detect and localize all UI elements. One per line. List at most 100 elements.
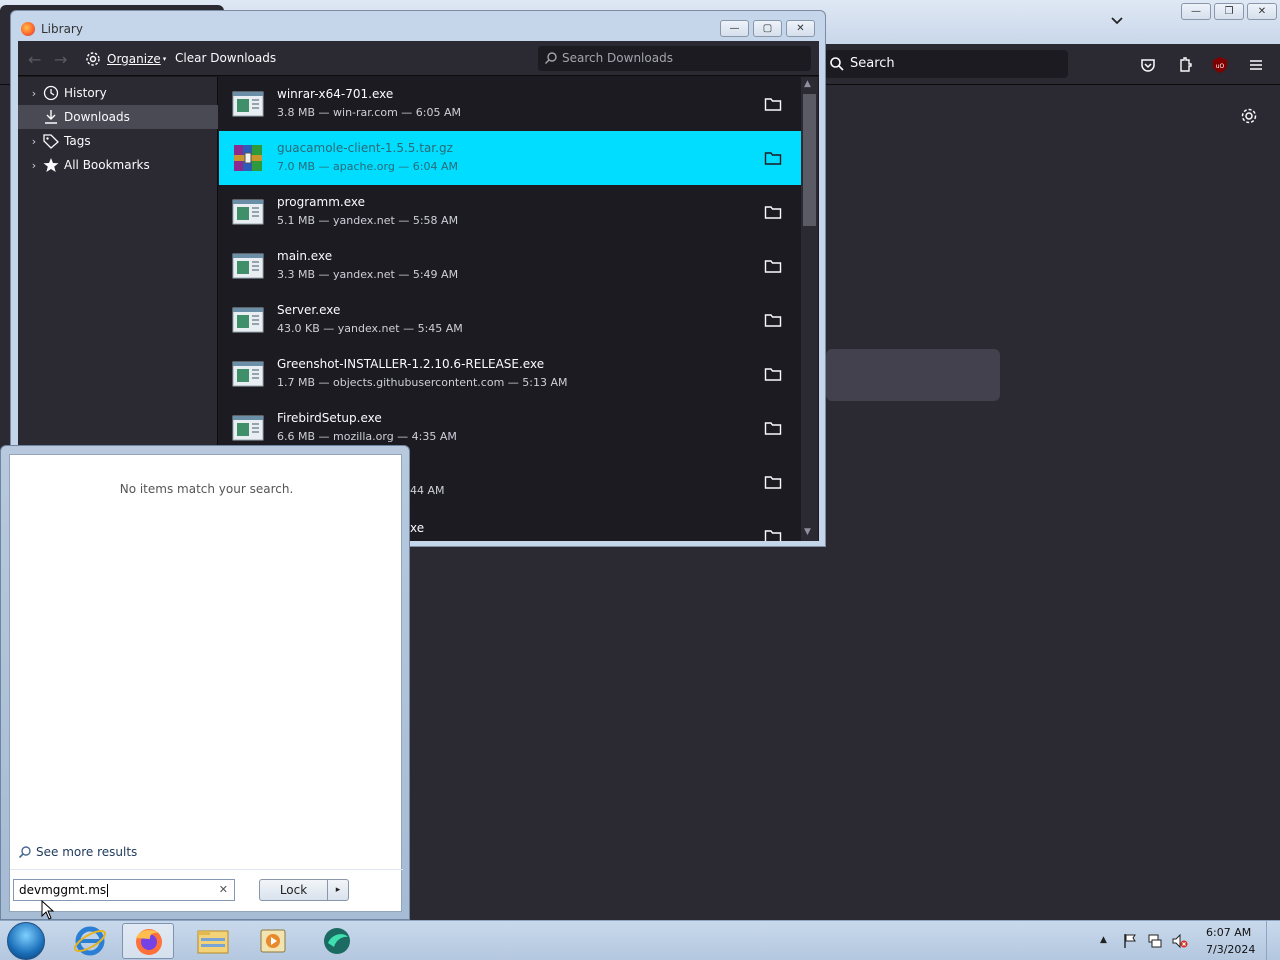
download-details: 43.0 KB — yandex.net — 5:45 AM bbox=[277, 322, 463, 335]
media-player-icon[interactable] bbox=[247, 923, 299, 959]
close-button[interactable]: ✕ bbox=[1247, 3, 1277, 20]
folder-icon[interactable] bbox=[764, 204, 782, 220]
clock-time[interactable]: 6:07 AM bbox=[1206, 926, 1251, 939]
download-details: 1.7 MB — objects.githubusercontent.com —… bbox=[277, 376, 568, 389]
download-details: 5.1 MB — yandex.net — 5:58 AM bbox=[277, 214, 459, 227]
see-more-results-link[interactable]: See more results bbox=[18, 845, 137, 859]
no-results-message: No items match your search. bbox=[119, 482, 294, 496]
firefox-logo-icon bbox=[136, 929, 162, 955]
folder-icon[interactable] bbox=[764, 366, 782, 382]
clock-date[interactable]: 7/3/2024 bbox=[1206, 943, 1255, 956]
minimize-button[interactable]: — bbox=[1181, 3, 1211, 20]
folder-icon[interactable] bbox=[764, 150, 782, 166]
see-more-results-label: See more results bbox=[36, 845, 138, 859]
chevron-right-icon[interactable]: › bbox=[26, 87, 42, 100]
taskbar: ▲ 6:07 AM 7/3/2024 bbox=[0, 920, 1280, 960]
content-card[interactable] bbox=[826, 349, 1000, 401]
ublock-origin-icon[interactable]: uO bbox=[1211, 56, 1229, 74]
clear-search-icon[interactable]: ✕ bbox=[219, 883, 228, 896]
download-details: 3.8 MB — win-rar.com — 6:05 AM bbox=[277, 106, 461, 119]
sidebar-item-downloads[interactable]: Downloads bbox=[18, 105, 218, 129]
lock-button[interactable]: Lock bbox=[259, 879, 327, 901]
search-downloads-placeholder: Search Downloads bbox=[562, 51, 673, 65]
volume-muted-icon[interactable] bbox=[1172, 933, 1188, 949]
download-filename: xe bbox=[410, 521, 425, 535]
start-button[interactable] bbox=[7, 922, 45, 960]
download-item[interactable]: programm.exe 5.1 MB — yandex.net — 5:58 … bbox=[219, 185, 801, 239]
search-icon bbox=[830, 57, 844, 71]
file-explorer-icon[interactable] bbox=[187, 923, 239, 959]
download-filename: main.exe bbox=[277, 249, 333, 263]
sidebar-item-label: Tags bbox=[64, 134, 91, 148]
divider bbox=[10, 869, 403, 870]
start-search-input[interactable]: devmggmt.ms ✕ bbox=[13, 879, 235, 901]
download-item[interactable]: Server.exe 43.0 KB — yandex.net — 5:45 A… bbox=[219, 293, 801, 347]
extensions-icon[interactable] bbox=[1176, 56, 1194, 74]
library-title: Library bbox=[41, 22, 83, 36]
download-details: 44 AM bbox=[410, 484, 445, 497]
pocket-icon[interactable] bbox=[1139, 56, 1157, 74]
exe-file-icon bbox=[232, 361, 264, 387]
folder-icon[interactable] bbox=[764, 258, 782, 274]
download-item[interactable]: Greenshot-INSTALLER-1.2.10.6-RELEASE.exe… bbox=[219, 347, 801, 401]
search-downloads-input[interactable]: Search Downloads bbox=[538, 46, 811, 71]
firefox-taskbar-button[interactable] bbox=[122, 923, 174, 959]
show-desktop-button[interactable] bbox=[1266, 921, 1280, 960]
download-item[interactable]: winrar-x64-701.exe 3.8 MB — win-rar.com … bbox=[219, 77, 801, 131]
archive-file-icon bbox=[234, 145, 262, 171]
sidebar-item-tags[interactable]: › Tags bbox=[18, 129, 218, 153]
start-menu: No items match your search. See more res… bbox=[0, 445, 410, 920]
internet-explorer-icon[interactable] bbox=[64, 923, 116, 959]
chevron-right-icon[interactable]: › bbox=[26, 159, 42, 172]
library-minimize-button[interactable]: — bbox=[720, 20, 749, 37]
folder-icon[interactable] bbox=[764, 312, 782, 328]
forward-arrow-icon[interactable]: → bbox=[54, 50, 67, 69]
download-item[interactable]: main.exe 3.3 MB — yandex.net — 5:49 AM bbox=[219, 239, 801, 293]
scrollbar-thumb[interactable] bbox=[803, 94, 816, 226]
back-arrow-icon[interactable]: ← bbox=[28, 50, 41, 69]
download-item[interactable]: guacamole-client-1.5.5.tar.gz 7.0 MB — a… bbox=[219, 131, 801, 185]
text-caret bbox=[107, 884, 109, 897]
chevron-right-icon[interactable]: › bbox=[26, 135, 42, 148]
exe-file-icon bbox=[232, 91, 264, 117]
download-icon bbox=[45, 110, 57, 124]
downloads-scrollbar[interactable]: ▲ ▼ bbox=[801, 77, 818, 541]
sidebar-item-history[interactable]: › History bbox=[18, 81, 218, 105]
gear-icon[interactable] bbox=[1240, 107, 1258, 125]
scroll-down-icon[interactable]: ▼ bbox=[804, 527, 811, 537]
tag-icon bbox=[43, 134, 59, 149]
search-icon bbox=[545, 52, 557, 64]
chevron-down-icon: ▾ bbox=[162, 55, 167, 63]
list-all-tabs-icon[interactable] bbox=[1110, 14, 1130, 30]
svg-text:uO: uO bbox=[1216, 63, 1225, 70]
organize-label: Organize bbox=[107, 52, 161, 66]
download-filename: winrar-x64-701.exe bbox=[277, 87, 394, 101]
shutdown-options-button[interactable]: ▸ bbox=[327, 879, 349, 901]
folder-icon[interactable] bbox=[764, 528, 782, 541]
exe-file-icon bbox=[232, 253, 264, 279]
organize-button[interactable]: Organize ▾ bbox=[85, 49, 166, 69]
folder-icon[interactable] bbox=[764, 96, 782, 112]
show-hidden-icons-icon[interactable]: ▲ bbox=[1100, 935, 1116, 951]
sidebar-item-label: Downloads bbox=[64, 110, 130, 124]
restore-button[interactable]: ❐ bbox=[1214, 3, 1244, 20]
network-icon[interactable] bbox=[1147, 933, 1163, 949]
firefox-logo-icon bbox=[21, 22, 35, 36]
download-details: 3.3 MB — yandex.net — 5:49 AM bbox=[277, 268, 459, 281]
library-maximize-button[interactable]: ▢ bbox=[753, 20, 782, 37]
library-close-button[interactable]: ✕ bbox=[786, 20, 815, 37]
search-query: devmggmt.ms bbox=[19, 883, 107, 897]
scroll-up-icon[interactable]: ▲ bbox=[804, 79, 811, 89]
search-bar[interactable]: Search bbox=[824, 50, 1068, 78]
folder-icon[interactable] bbox=[764, 420, 782, 436]
clear-downloads-button[interactable]: Clear Downloads bbox=[175, 51, 276, 65]
folder-icon[interactable] bbox=[764, 474, 782, 490]
menu-icon[interactable] bbox=[1247, 56, 1265, 74]
download-details: 6.6 MB — mozilla.org — 4:35 AM bbox=[277, 430, 457, 443]
download-filename: Server.exe bbox=[277, 303, 341, 317]
app-logo-icon[interactable] bbox=[310, 923, 362, 959]
library-titlebar: Library — ▢ ✕ bbox=[11, 11, 825, 41]
sidebar-item-label: All Bookmarks bbox=[64, 158, 150, 172]
sidebar-item-all-bookmarks[interactable]: › All Bookmarks bbox=[18, 153, 218, 177]
action-center-flag-icon[interactable] bbox=[1122, 933, 1138, 949]
